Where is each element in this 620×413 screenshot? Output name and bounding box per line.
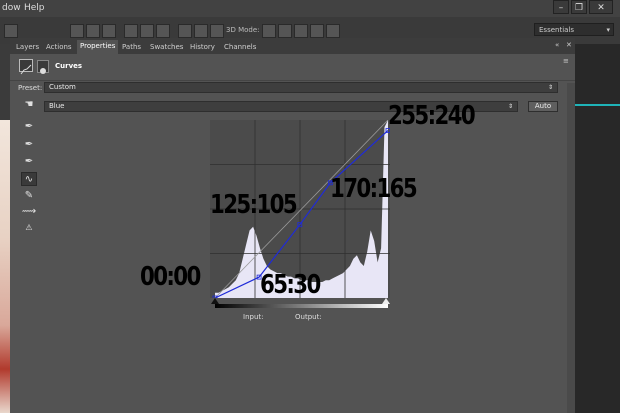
restore-button[interactable]: ❐ [571, 0, 587, 14]
properties-panel: Layers Actions Properties Paths Swatches… [10, 38, 575, 413]
preset-label: Preset: [18, 84, 43, 92]
tab-actions[interactable]: Actions [46, 41, 72, 54]
chevron-updown-icon: ⇕ [547, 84, 553, 91]
edit-points-curve-icon[interactable]: ∿ [21, 172, 37, 186]
clipping-warning-icon[interactable]: ⚠ [21, 221, 37, 235]
distribute-left-icon[interactable] [178, 24, 192, 38]
tab-swatches[interactable]: Swatches [150, 41, 183, 54]
3d-mode-icon[interactable] [210, 24, 224, 38]
3d-pan-icon[interactable] [294, 24, 308, 38]
input-gradient-bar [215, 304, 388, 308]
auto-button[interactable]: Auto [528, 101, 558, 112]
guide-line [575, 104, 620, 106]
preset-select[interactable]: Custom ⇕ [44, 82, 558, 93]
workspace-select[interactable]: Essentials ▾ [534, 23, 614, 36]
minimize-button[interactable]: – [553, 0, 569, 14]
chevron-updown-icon: ⇕ [507, 103, 513, 110]
3d-mode-label: 3D Mode: [226, 26, 260, 34]
white-point-eyedropper-icon[interactable]: ✒ [21, 155, 37, 169]
tab-layers[interactable]: Layers [16, 41, 39, 54]
collapse-icon[interactable]: « [555, 41, 559, 49]
tab-properties[interactable]: Properties [77, 40, 119, 54]
close-button[interactable]: ✕ [589, 0, 613, 14]
curves-adjustment-icon [19, 59, 33, 75]
point-label: 170:165 [330, 174, 418, 204]
document-image [0, 120, 10, 413]
smooth-curve-icon[interactable]: ⟿ [21, 205, 37, 219]
3d-slide-icon[interactable] [310, 24, 324, 38]
3d-roll-icon[interactable] [278, 24, 292, 38]
preset-value: Custom [49, 83, 76, 91]
chevron-down-icon: ▾ [606, 26, 610, 34]
tab-history[interactable]: History [190, 41, 215, 54]
menu-help[interactable]: Help [24, 3, 45, 13]
menu-window[interactable]: dow [2, 3, 21, 13]
tab-paths[interactable]: Paths [122, 41, 141, 54]
menu-bar: dow Help – ❐ ✕ [0, 0, 620, 17]
align-left-icon[interactable] [70, 24, 84, 38]
close-panel-icon[interactable]: ✕ [566, 41, 572, 49]
point-label: 65:30 [260, 270, 321, 300]
tab-channels[interactable]: Channels [224, 41, 256, 54]
on-image-adjust-icon[interactable]: ☚ [21, 98, 37, 112]
point-label: 125:105 [210, 190, 298, 220]
panel-scrollbar[interactable] [567, 83, 575, 413]
distribute-center-icon[interactable] [194, 24, 208, 38]
align-center-icon[interactable] [86, 24, 100, 38]
distribute-middle-icon[interactable] [140, 24, 154, 38]
tool-option-icon[interactable] [4, 24, 18, 38]
panel-tab-bar: Layers Actions Properties Paths Swatches… [10, 38, 575, 55]
input-label: Input: [243, 313, 264, 321]
panel-menu-icon[interactable]: ≡ [563, 57, 569, 65]
white-point-slider[interactable] [382, 298, 390, 304]
align-right-icon[interactable] [102, 24, 116, 38]
point-label: 255:240 [388, 101, 476, 131]
draw-pencil-icon[interactable]: ✎ [21, 189, 37, 203]
black-point-slider[interactable] [211, 298, 219, 304]
3d-scale-icon[interactable] [326, 24, 340, 38]
adjustment-title: Curves [55, 62, 83, 70]
workspace-value: Essentials [539, 26, 575, 34]
3d-rotate-icon[interactable] [262, 24, 276, 38]
point-label: 00:00 [140, 262, 201, 292]
properties-header: Curves ≡ [10, 54, 575, 81]
black-point-eyedropper-icon[interactable]: ✒ [21, 120, 37, 134]
distribute-top-icon[interactable] [124, 24, 138, 38]
gray-point-eyedropper-icon[interactable]: ✒ [21, 138, 37, 152]
canvas-right-edge [575, 44, 620, 413]
distribute-bottom-icon[interactable] [156, 24, 170, 38]
channel-value: Blue [49, 102, 65, 110]
mask-icon[interactable] [37, 60, 49, 74]
output-label: Output: [295, 313, 322, 321]
